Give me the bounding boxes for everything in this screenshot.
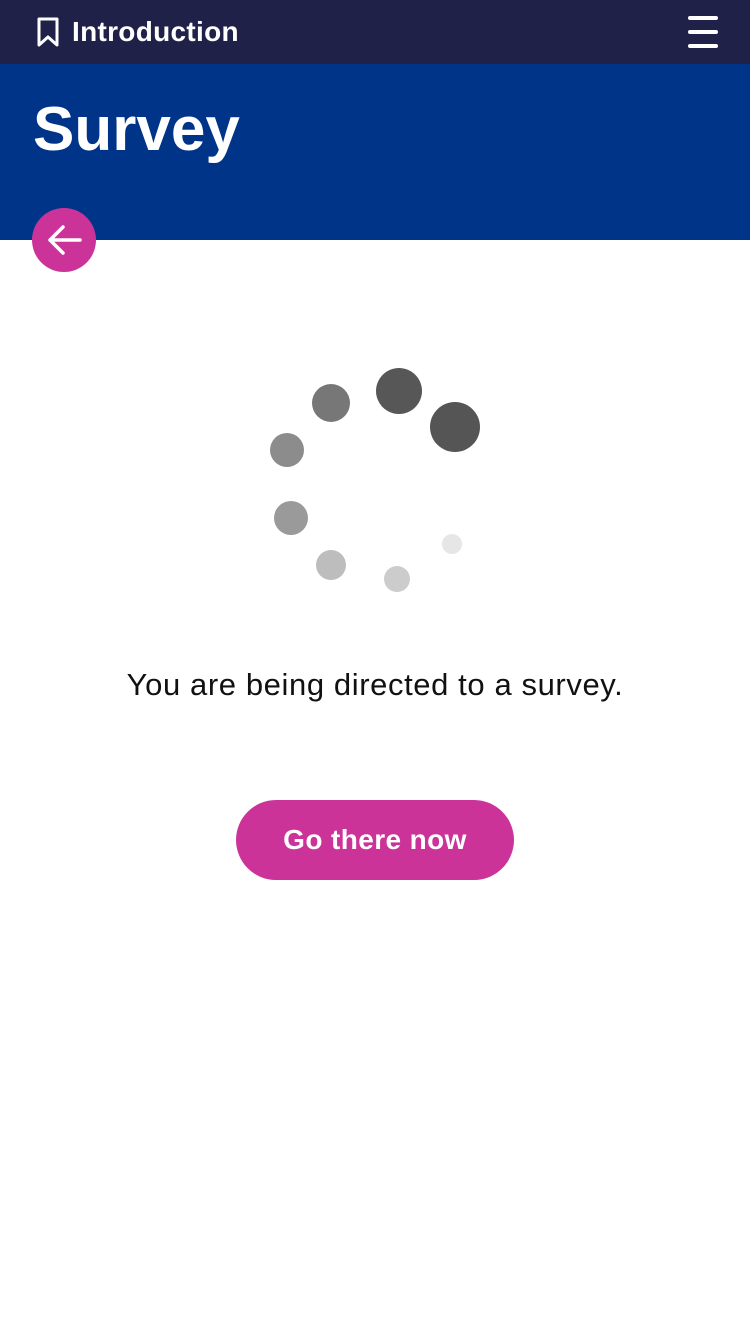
go-there-now-button[interactable]: Go there now xyxy=(236,800,514,880)
top-navigation-bar: Introduction xyxy=(0,0,750,64)
arrow-left-icon xyxy=(48,225,82,255)
section-title: Introduction xyxy=(72,16,239,47)
redirect-message: You are being directed to a survey. xyxy=(126,667,624,702)
loading-spinner-icon xyxy=(270,368,480,592)
page-header-banner: Survey xyxy=(0,64,750,240)
page-title: Survey xyxy=(33,95,240,164)
menu-button[interactable] xyxy=(684,14,722,50)
bookmark-icon[interactable] xyxy=(35,17,61,47)
back-button[interactable] xyxy=(32,208,96,272)
